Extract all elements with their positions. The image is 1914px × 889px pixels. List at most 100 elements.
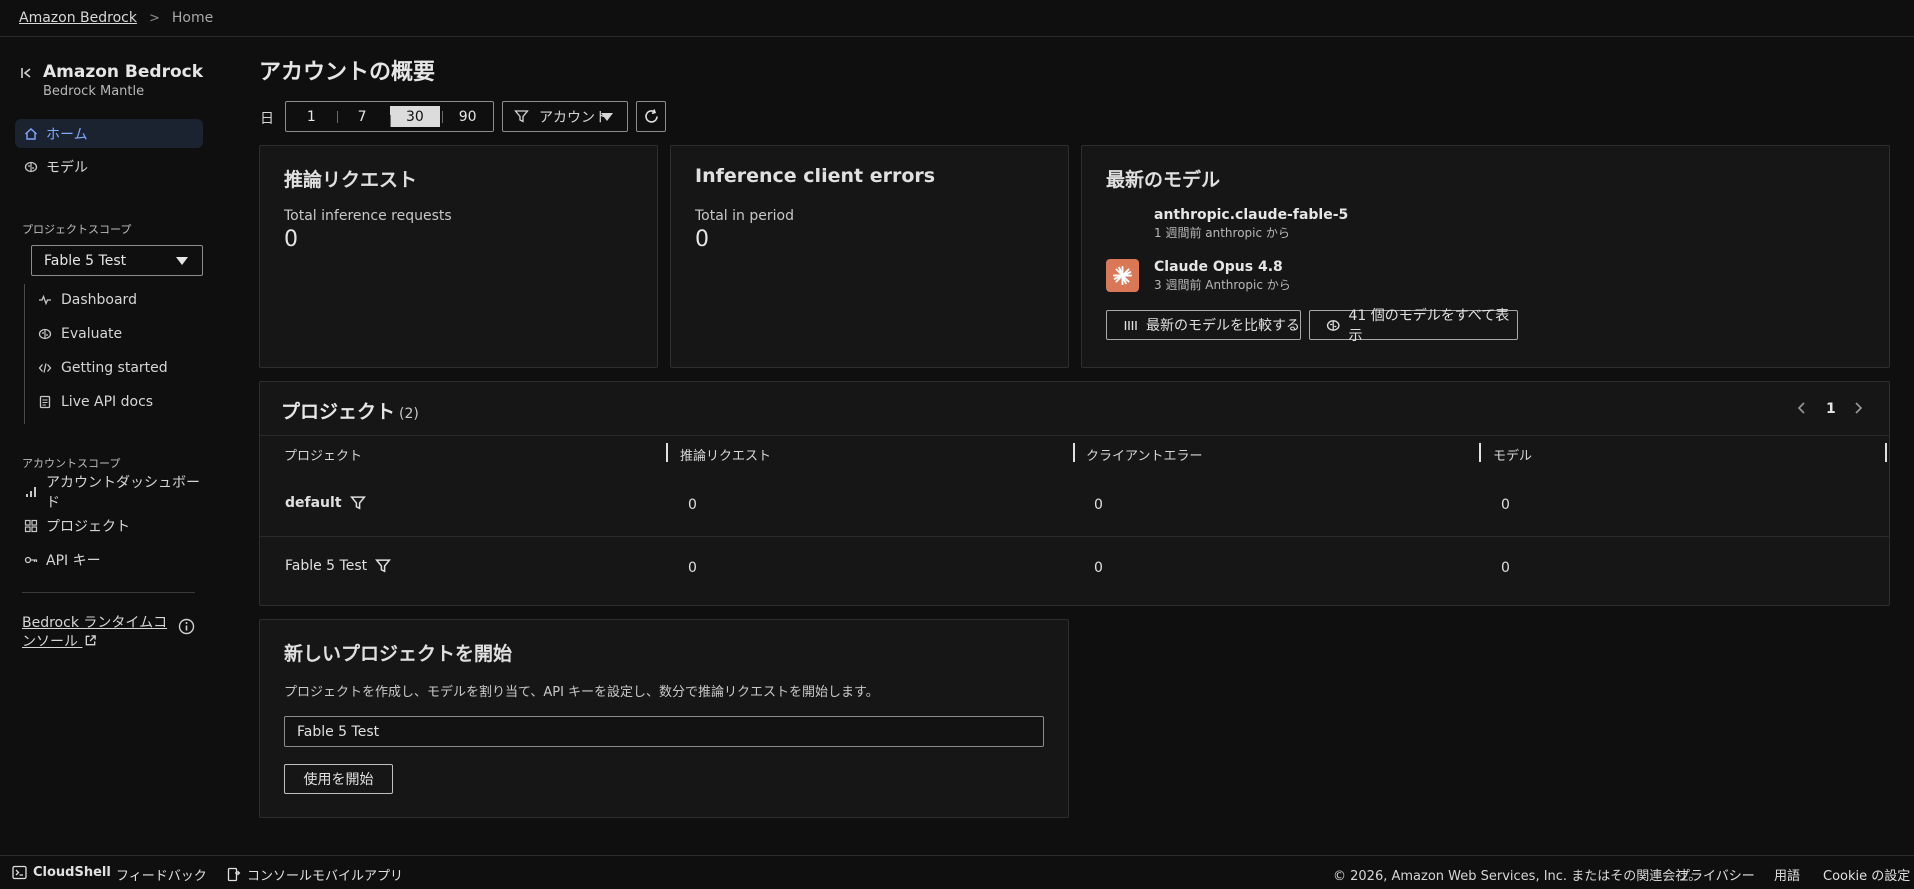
project-name-input[interactable]: Fable 5 Test bbox=[284, 716, 1044, 747]
feedback-link[interactable]: フィードバック bbox=[116, 865, 207, 884]
filter-icon[interactable] bbox=[349, 495, 366, 511]
metric-value: 0 bbox=[284, 227, 298, 252]
column-resizer[interactable] bbox=[666, 443, 668, 462]
sidebar-subtitle: Bedrock Mantle bbox=[43, 84, 145, 99]
card-title: 新しいプロジェクトを開始 bbox=[284, 643, 513, 665]
metric-label: Total in period bbox=[695, 208, 794, 224]
sidebar-item-models[interactable]: モデル bbox=[15, 152, 203, 181]
brain-icon bbox=[38, 328, 52, 340]
sidebar-item-label: Live API docs bbox=[61, 394, 154, 410]
view-all-models-button[interactable]: 41 個のモデルをすべて表示 bbox=[1309, 308, 1518, 344]
pager-next-button[interactable] bbox=[1852, 401, 1864, 419]
filter-icon bbox=[514, 110, 529, 123]
compare-models-button[interactable]: 最新のモデルを比較する bbox=[1106, 310, 1301, 340]
top-bar: Amazon Bedrock > Home bbox=[0, 0, 1914, 37]
sidebar-item-home[interactable]: ホーム bbox=[15, 119, 203, 148]
column-header-project[interactable]: プロジェクト bbox=[284, 445, 362, 464]
footer: CloudShell フィードバック コンソールモバイルアプリ © 2026, … bbox=[0, 855, 1914, 889]
model-item[interactable]: anthropic.claude-fable-5 1 週間前 anthropic… bbox=[1154, 207, 1348, 241]
terms-link[interactable]: 用語 bbox=[1774, 865, 1800, 884]
mobile-app-label: コンソールモバイルアプリ bbox=[247, 869, 404, 884]
errors-cell: 0 bbox=[1094, 560, 1103, 576]
sidebar-item-live-api-docs[interactable]: Live API docs bbox=[38, 391, 153, 413]
cookie-settings-link[interactable]: Cookie の設定 bbox=[1823, 865, 1910, 884]
info-icon[interactable] bbox=[178, 618, 195, 635]
cloudshell-button[interactable]: CloudShell bbox=[12, 865, 111, 880]
code-icon bbox=[38, 363, 52, 373]
caret-down-icon bbox=[601, 113, 613, 121]
chevron-left-icon bbox=[1797, 402, 1805, 414]
column-resizer[interactable] bbox=[1073, 443, 1075, 462]
caret-down-icon bbox=[176, 257, 188, 265]
new-project-description: プロジェクトを作成し、モデルを割り当て、API キーを設定し、数分で推論リクエス… bbox=[284, 685, 879, 700]
start-button[interactable]: 使用を開始 bbox=[284, 764, 393, 794]
sidebar-item-dashboard[interactable]: Dashboard bbox=[38, 289, 137, 311]
sidebar-header: Amazon Bedrock Bedrock Mantle bbox=[20, 62, 203, 99]
claude-logo-icon bbox=[1106, 259, 1139, 292]
bar-chart-icon bbox=[26, 486, 36, 497]
privacy-link[interactable]: プライバシー bbox=[1677, 865, 1755, 884]
sidebar-item-account-dashboard[interactable]: アカウントダッシュボード bbox=[15, 475, 203, 511]
card-title: Inference client errors bbox=[695, 165, 936, 187]
breadcrumb-current: Home bbox=[171, 10, 214, 26]
mobile-app-icon bbox=[227, 867, 241, 882]
sidebar-divider bbox=[22, 592, 195, 593]
inference-requests-card: 推論リクエスト Total inference requests 0 bbox=[259, 145, 658, 368]
column-header-models[interactable]: モデル bbox=[1493, 445, 1532, 464]
project-name: default bbox=[285, 495, 342, 511]
projects-title: プロジェクト bbox=[281, 401, 396, 423]
range-option-7[interactable]: 7 bbox=[336, 102, 388, 131]
view-all-models-label: 41 個のモデルをすべて表示 bbox=[1348, 308, 1510, 344]
filter-icon[interactable] bbox=[375, 558, 392, 574]
sidebar-item-label: Evaluate bbox=[61, 326, 123, 342]
chevron-right-icon bbox=[1855, 402, 1863, 414]
pulse-icon bbox=[39, 294, 51, 306]
sidebar-item-projects[interactable]: プロジェクト bbox=[15, 511, 203, 540]
collapse-sidebar-icon[interactable] bbox=[20, 66, 34, 80]
project-cell: default bbox=[285, 495, 366, 511]
pager-prev-button[interactable] bbox=[1796, 401, 1808, 419]
document-icon bbox=[39, 395, 51, 409]
refresh-button[interactable] bbox=[636, 101, 666, 132]
refresh-icon bbox=[644, 109, 658, 123]
home-icon bbox=[25, 127, 37, 140]
external-link-icon bbox=[86, 635, 97, 646]
runtime-console-link[interactable]: Bedrock ランタイムコンソール bbox=[22, 614, 172, 652]
pager-current-page[interactable]: 1 bbox=[1826, 401, 1836, 417]
column-header-requests[interactable]: 推論リクエスト bbox=[680, 445, 771, 464]
sidebar-item-label: Getting started bbox=[61, 360, 168, 376]
grid-icon bbox=[24, 519, 38, 532]
table-header-divider bbox=[260, 435, 1890, 436]
mobile-app-link[interactable]: コンソールモバイルアプリ bbox=[226, 865, 403, 884]
column-header-errors[interactable]: クライアントエラー bbox=[1086, 445, 1202, 464]
column-resizer[interactable] bbox=[1885, 443, 1887, 462]
projects-header: プロジェクト (2) bbox=[281, 397, 419, 424]
model-meta: 1 週間前 anthropic から bbox=[1154, 226, 1290, 240]
account-filter-button[interactable]: アカウント bbox=[502, 101, 628, 132]
sidebar-item-label: API キー bbox=[46, 552, 101, 569]
chevron-right-icon: > bbox=[148, 10, 160, 26]
terminal-icon bbox=[12, 865, 27, 880]
model-name: Claude Opus 4.8 bbox=[1154, 259, 1283, 275]
project-name: Fable 5 Test bbox=[285, 558, 368, 574]
requests-cell: 0 bbox=[688, 497, 697, 513]
card-title: 最新のモデル bbox=[1106, 169, 1221, 191]
range-option-1[interactable]: 1 bbox=[286, 102, 337, 131]
column-resizer[interactable] bbox=[1479, 443, 1481, 462]
compare-columns-icon bbox=[1124, 320, 1137, 330]
brain-icon bbox=[1326, 319, 1340, 331]
subnav-divider bbox=[24, 284, 25, 424]
model-meta: 3 週間前 Anthropic から bbox=[1154, 278, 1291, 292]
model-item[interactable]: Claude Opus 4.8 3 週間前 Anthropic から bbox=[1154, 259, 1291, 293]
sidebar-item-api-keys[interactable]: API キー bbox=[15, 545, 203, 574]
sidebar-item-evaluate[interactable]: Evaluate bbox=[38, 323, 122, 345]
range-option-90[interactable]: 90 bbox=[442, 102, 493, 131]
requests-cell: 0 bbox=[688, 560, 697, 576]
project-scope-select[interactable]: Fable 5 Test bbox=[31, 245, 203, 276]
project-scope-label: プロジェクトスコープ bbox=[22, 223, 132, 236]
sidebar-item-getting-started[interactable]: Getting started bbox=[38, 357, 168, 379]
account-scope-label: アカウントスコープ bbox=[22, 457, 121, 470]
account-filter-label: アカウント bbox=[539, 109, 609, 126]
breadcrumb-root-link[interactable]: Amazon Bedrock bbox=[19, 10, 137, 26]
range-option-30[interactable]: 30 bbox=[389, 106, 441, 127]
